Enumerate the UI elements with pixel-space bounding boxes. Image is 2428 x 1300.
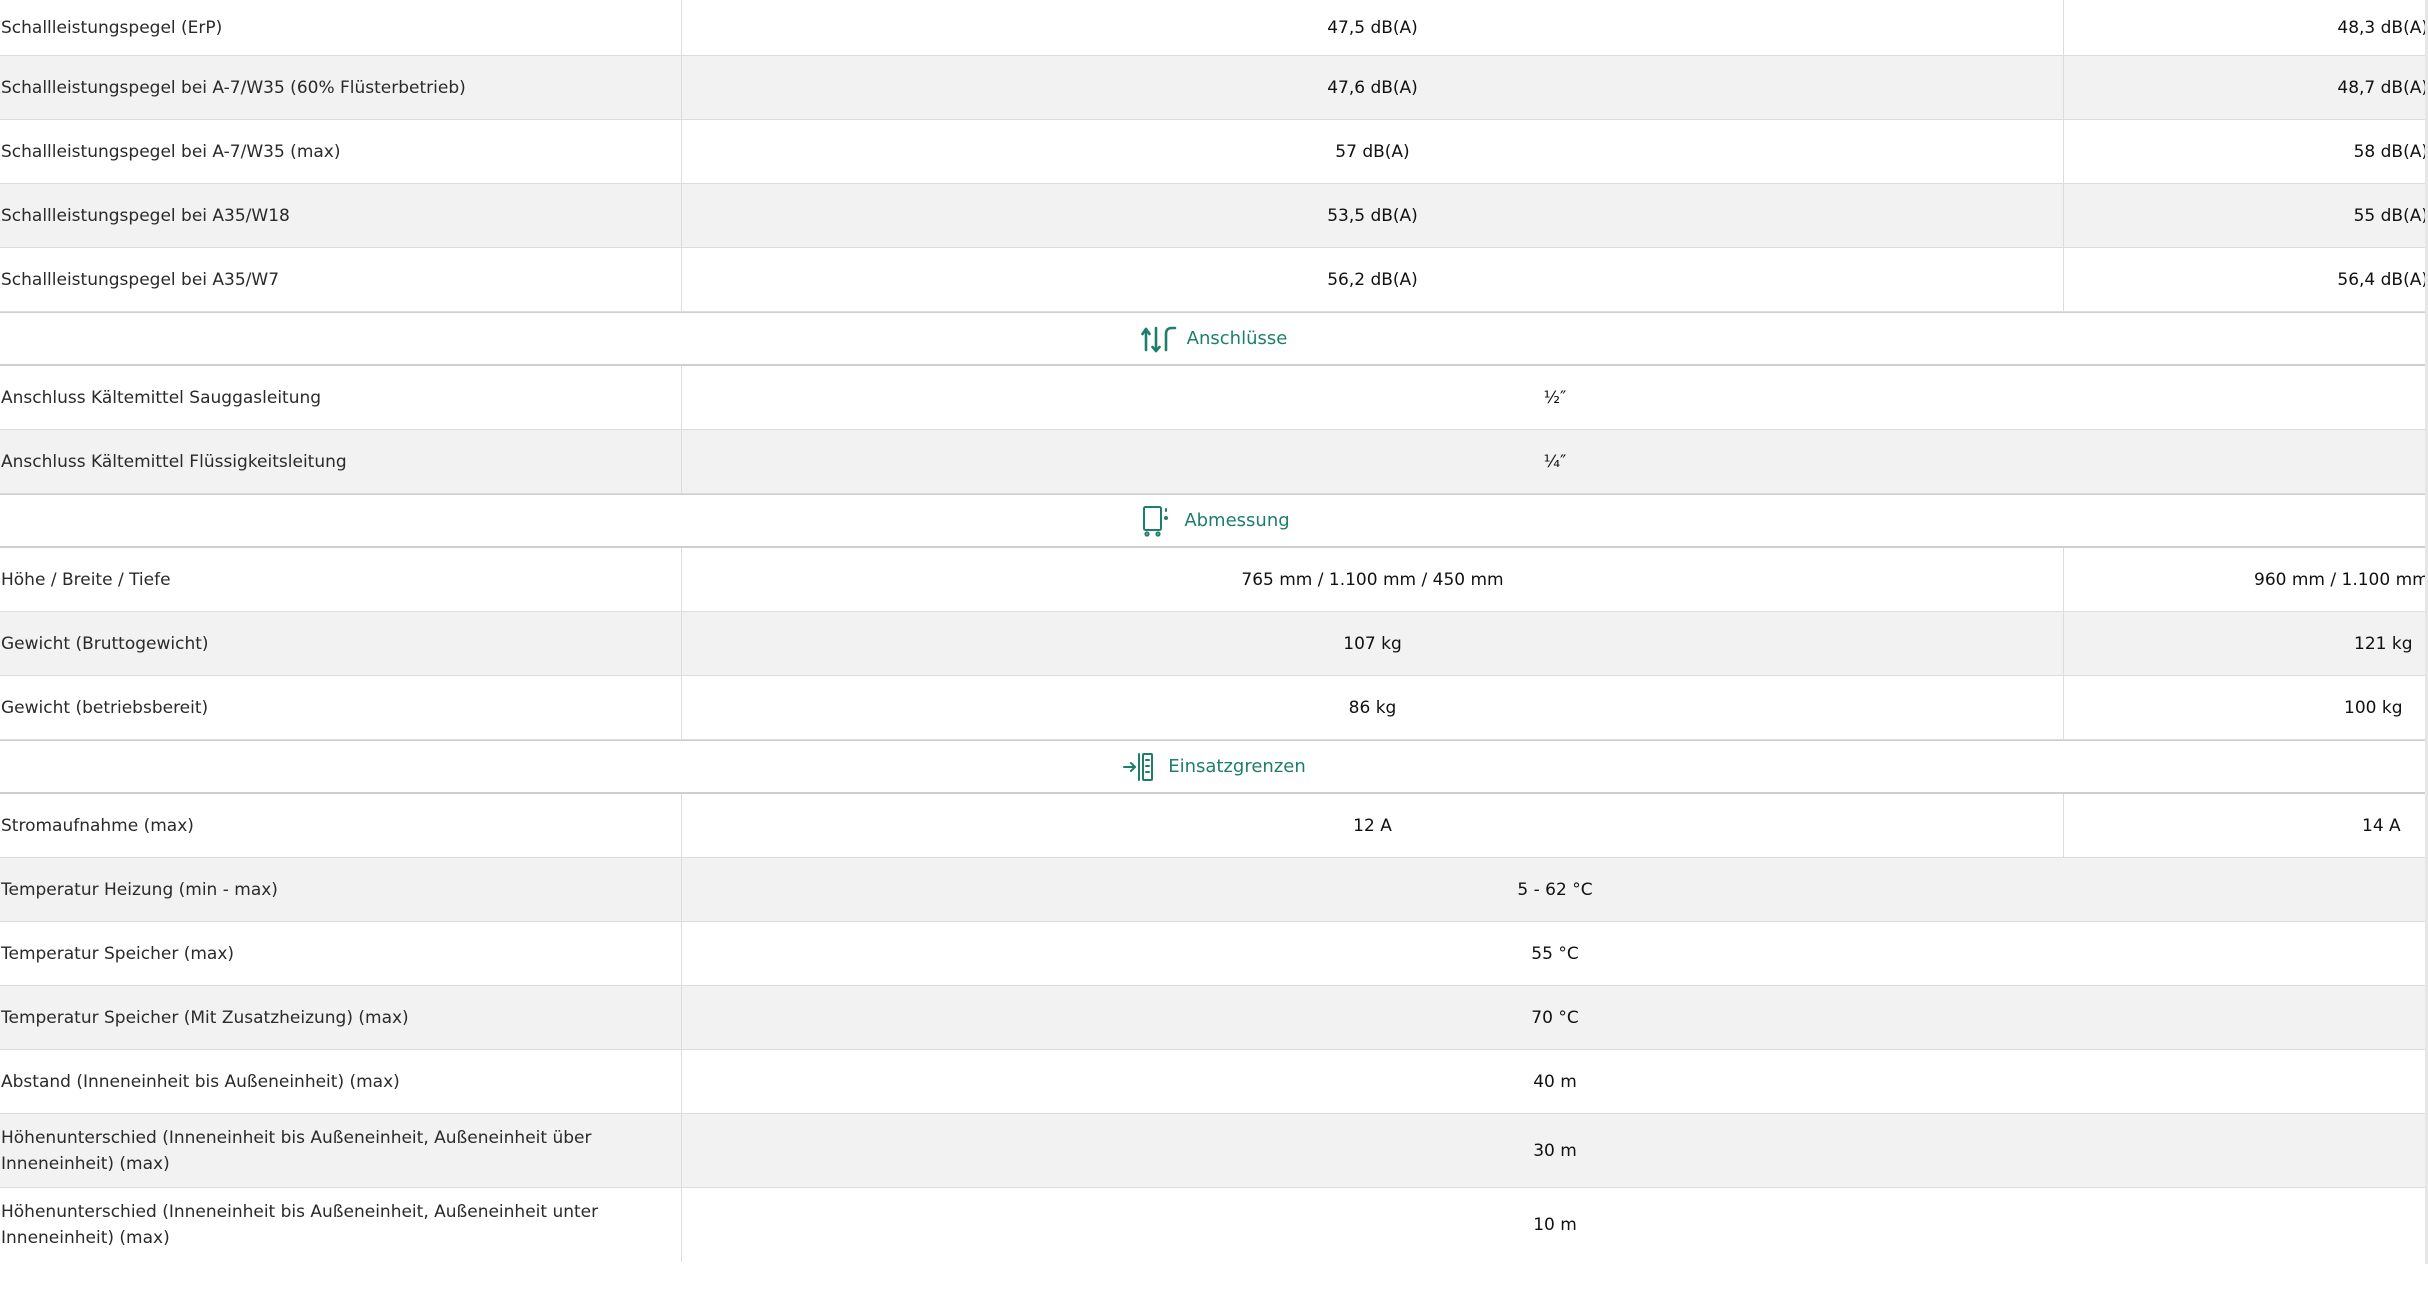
table-row: Höhenunterschied (Inneneinheit bis Außen… xyxy=(0,1114,2428,1188)
value-model-1: 47,6 dB(A) xyxy=(1327,77,1418,98)
row-label: Höhe / Breite / Tiefe xyxy=(0,548,682,611)
row-label: Anschluss Kältemittel Sauggasleitung xyxy=(0,366,682,429)
table-row: Schallleistungspegel bei A35/W18 53,5 dB… xyxy=(0,184,2428,248)
operating-limits-icon xyxy=(1122,750,1158,784)
row-label: Temperatur Speicher (Mit Zusatzheizung) … xyxy=(0,986,682,1049)
value-model-1: 12 A xyxy=(1353,815,1392,836)
table-row: Höhenunterschied (Inneneinheit bis Außen… xyxy=(0,1188,2428,1262)
section-title: Einsatzgrenzen xyxy=(1168,756,1306,777)
value-shared: 30 m xyxy=(1533,1140,1577,1161)
section-title: Abmessung xyxy=(1184,510,1290,531)
value-shared: ¼″ xyxy=(1543,451,1567,472)
value-shared: ½″ xyxy=(1543,387,1567,408)
value-model-2: 14 A xyxy=(2362,815,2401,836)
value-model-2: 48,3 dB(A) xyxy=(2337,17,2428,38)
table-row: Temperatur Speicher (Mit Zusatzheizung) … xyxy=(0,986,2428,1050)
row-label: Anschluss Kältemittel Flüssigkeitsleitun… xyxy=(0,430,682,493)
row-label: Schallleistungspegel bei A-7/W35 (60% Fl… xyxy=(0,56,682,119)
table-row: Schallleistungspegel bei A-7/W35 (60% Fl… xyxy=(0,56,2428,120)
technical-specs-table: Schallleistungspegel (ErP) 47,5 dB(A) 48… xyxy=(0,0,2428,1262)
table-row: Anschluss Kältemittel Flüssigkeitsleitun… xyxy=(0,430,2428,494)
row-label: Schallleistungspegel bei A35/W7 xyxy=(0,248,682,311)
row-label: Schallleistungspegel bei A-7/W35 (max) xyxy=(0,120,682,183)
table-row: Schallleistungspegel (ErP) 47,5 dB(A) 48… xyxy=(0,0,2428,56)
table-row: Schallleistungspegel bei A35/W7 56,2 dB(… xyxy=(0,248,2428,312)
value-model-1: 53,5 dB(A) xyxy=(1327,205,1418,226)
table-row: Schallleistungspegel bei A-7/W35 (max) 5… xyxy=(0,120,2428,184)
row-label: Temperatur Heizung (min - max) xyxy=(0,858,682,921)
row-label: Höhenunterschied (Inneneinheit bis Außen… xyxy=(0,1114,682,1187)
pipes-connection-icon xyxy=(1140,322,1177,356)
value-model-2: 121 kg xyxy=(2354,633,2413,654)
value-model-2: 58 dB(A) xyxy=(2353,141,2428,162)
value-model-1: 56,2 dB(A) xyxy=(1327,269,1418,290)
row-label: Schallleistungspegel bei A35/W18 xyxy=(0,184,682,247)
table-row: Temperatur Speicher (max) 55 °C xyxy=(0,922,2428,986)
row-label: Gewicht (Bruttogewicht) xyxy=(0,612,682,675)
value-shared: 10 m xyxy=(1533,1215,1577,1235)
value-model-2: 48,7 dB(A) xyxy=(2337,77,2428,98)
value-shared: 55 °C xyxy=(1531,943,1579,964)
section-header-abmessung: Abmessung xyxy=(0,494,2428,548)
row-label: Abstand (Inneneinheit bis Außeneinheit) … xyxy=(0,1050,682,1113)
table-row: Temperatur Heizung (min - max) 5 - 62 °C xyxy=(0,858,2428,922)
section-title: Anschlüsse xyxy=(1186,328,1288,349)
table-row: Anschluss Kältemittel Sauggasleitung ½″ xyxy=(0,366,2428,430)
dimensions-icon xyxy=(1138,504,1174,538)
value-shared: 5 - 62 °C xyxy=(1517,879,1593,900)
row-label: Höhenunterschied (Inneneinheit bis Außen… xyxy=(0,1188,682,1262)
table-row: Abstand (Inneneinheit bis Außeneinheit) … xyxy=(0,1050,2428,1114)
section-header-einsatzgrenzen: Einsatzgrenzen xyxy=(0,740,2428,794)
value-model-1: 57 dB(A) xyxy=(1335,141,1410,162)
spec-table-viewport[interactable]: Schallleistungspegel (ErP) 47,5 dB(A) 48… xyxy=(0,0,2428,1300)
value-model-2: 56,4 dB(A) xyxy=(2337,269,2428,290)
table-row: Höhe / Breite / Tiefe 765 mm / 1.100 mm … xyxy=(0,548,2428,612)
value-model-2: 960 mm / 1.100 mm / 450 mm xyxy=(2254,569,2428,590)
value-shared: 70 °C xyxy=(1531,1007,1579,1028)
row-label: Schallleistungspegel (ErP) xyxy=(0,0,682,55)
table-row: Stromaufnahme (max) 12 A 14 A xyxy=(0,794,2428,858)
value-shared: 40 m xyxy=(1533,1071,1577,1092)
row-label: Stromaufnahme (max) xyxy=(0,794,682,857)
table-row: Gewicht (betriebsbereit) 86 kg 100 kg xyxy=(0,676,2428,740)
value-model-1: 86 kg xyxy=(1348,697,1397,718)
value-model-1: 107 kg xyxy=(1343,633,1402,654)
value-model-1: 47,5 dB(A) xyxy=(1327,17,1418,38)
row-label: Gewicht (betriebsbereit) xyxy=(0,676,682,739)
table-row: Gewicht (Bruttogewicht) 107 kg 121 kg xyxy=(0,612,2428,676)
value-model-2: 55 dB(A) xyxy=(2353,205,2428,226)
section-header-anschluesse: Anschlüsse xyxy=(0,312,2428,366)
value-model-1: 765 mm / 1.100 mm / 450 mm xyxy=(1241,569,1504,590)
row-label: Temperatur Speicher (max) xyxy=(0,922,682,985)
value-model-2: 100 kg xyxy=(2344,697,2403,718)
